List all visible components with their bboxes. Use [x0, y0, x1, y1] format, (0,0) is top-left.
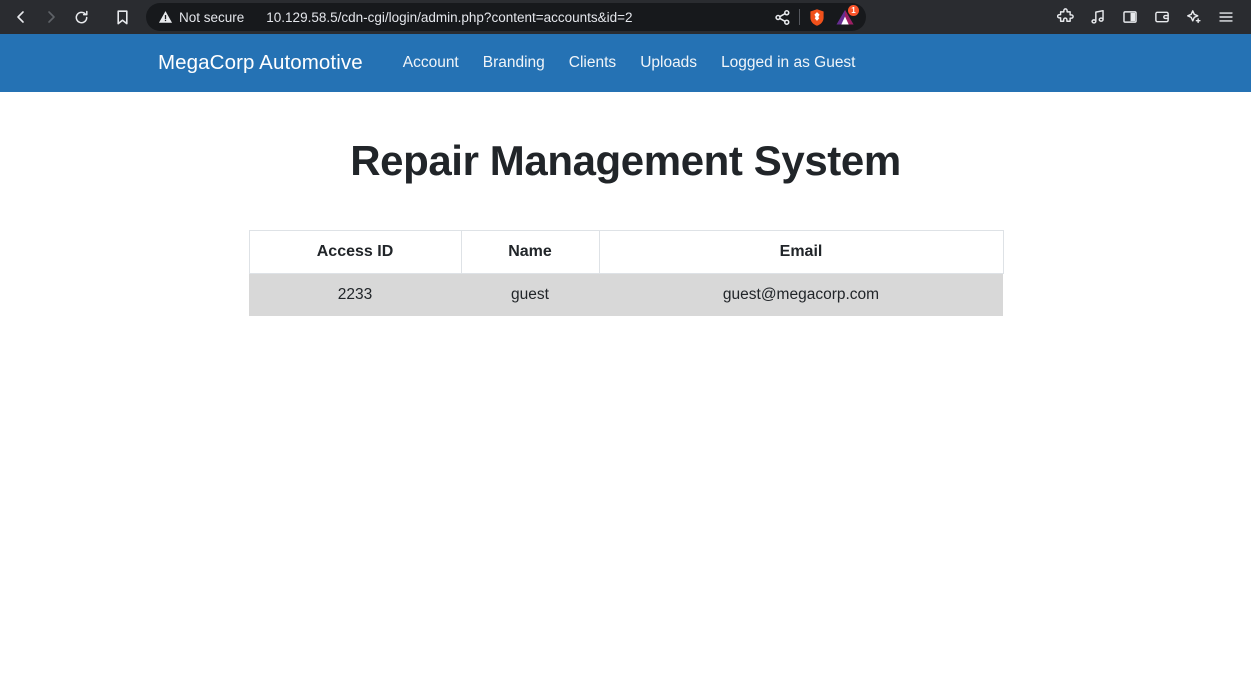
extensions-icon	[1057, 8, 1074, 22]
main-menu-button[interactable]	[1211, 4, 1241, 30]
nav-link-clients[interactable]: Clients	[557, 48, 628, 78]
share-icon[interactable]	[774, 9, 791, 26]
brave-shield-icon[interactable]	[808, 8, 826, 27]
column-header-access-id: Access ID	[248, 230, 462, 274]
forward-button[interactable]	[36, 4, 66, 30]
bookmark-icon	[116, 9, 128, 24]
page-title: Repair Management System	[350, 137, 901, 184]
nav-link-uploads[interactable]: Uploads	[628, 48, 709, 78]
url-bar-actions: 1	[762, 5, 859, 27]
extensions-button[interactable]	[1051, 4, 1081, 30]
column-header-name: Name	[460, 230, 600, 274]
accounts-table-container: Access ID Name Email 2233 guest guest@me…	[248, 230, 1004, 316]
cell-name: guest	[461, 273, 599, 316]
playlist-button[interactable]	[1083, 4, 1113, 30]
hamburger-menu-icon	[1219, 12, 1233, 22]
security-status-chip[interactable]: Not secure	[158, 10, 244, 25]
site-nav-links: Account Branding Clients Uploads Logged …	[391, 48, 868, 78]
leo-sparkle-icon	[1187, 10, 1201, 24]
table-header-row: Access ID Name Email	[248, 230, 1004, 274]
rewards-notification-badge: 1	[848, 5, 859, 16]
nav-link-branding[interactable]: Branding	[471, 48, 557, 78]
column-header-email: Email	[598, 230, 1004, 274]
reload-button[interactable]	[66, 4, 96, 30]
url-text[interactable]: 10.129.58.5/cdn-cgi/login/admin.php?cont…	[266, 10, 632, 25]
music-note-icon	[1091, 9, 1104, 24]
sidebar-panel-icon	[1123, 11, 1137, 23]
cell-email: guest@megacorp.com	[599, 273, 1003, 316]
cell-access-id: 2233	[249, 273, 461, 316]
bookmark-button[interactable]	[108, 4, 136, 30]
accounts-table: Access ID Name Email 2233 guest guest@me…	[248, 230, 1004, 316]
browser-toolbar: Not secure 10.129.58.5/cdn-cgi/login/adm…	[0, 0, 1251, 34]
sidebar-button[interactable]	[1115, 4, 1145, 30]
site-navbar: MegaCorp Automotive Account Branding Cli…	[0, 34, 1251, 92]
table-body: 2233 guest guest@megacorp.com	[249, 273, 1003, 316]
browser-toolbar-right	[1051, 4, 1245, 30]
brave-rewards-button[interactable]: 1	[834, 5, 859, 27]
reload-icon	[75, 10, 88, 23]
toolbar-divider	[799, 9, 800, 25]
page-content: Repair Management System Access ID Name …	[0, 137, 1251, 698]
leo-ai-button[interactable]	[1179, 4, 1209, 30]
wallet-button[interactable]	[1147, 4, 1177, 30]
warning-triangle-icon	[158, 11, 173, 23]
table-header: Access ID Name Email	[248, 230, 1004, 274]
chevron-left-icon	[17, 11, 24, 23]
url-bar[interactable]: Not secure 10.129.58.5/cdn-cgi/login/adm…	[146, 3, 866, 31]
nav-link-logged-in-as-guest[interactable]: Logged in as Guest	[709, 48, 867, 78]
nav-link-account[interactable]: Account	[391, 48, 471, 78]
table-row: 2233 guest guest@megacorp.com	[249, 273, 1003, 316]
security-status-text: Not secure	[179, 9, 245, 25]
chevron-right-icon	[48, 11, 55, 23]
back-button[interactable]	[6, 4, 36, 30]
wallet-icon	[1155, 11, 1169, 23]
site-brand[interactable]: MegaCorp Automotive	[158, 51, 363, 75]
